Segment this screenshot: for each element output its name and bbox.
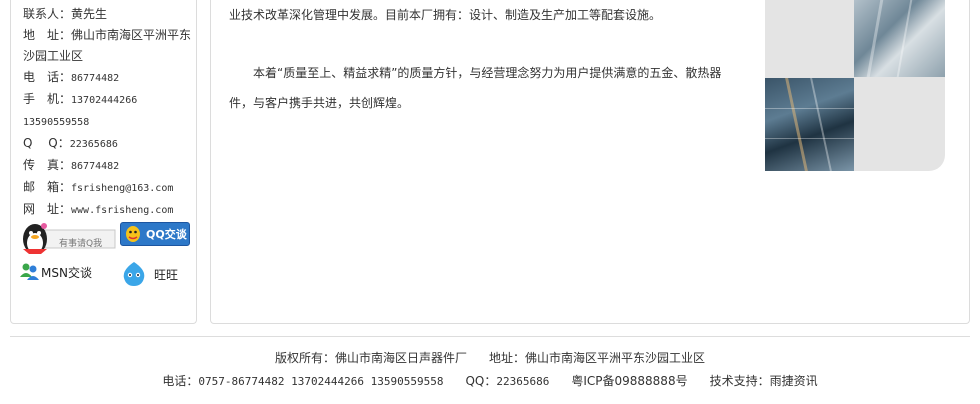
contact-fax: 传 真：86774482	[23, 158, 120, 172]
footer-qq: 22365686	[496, 375, 550, 388]
about-paragraph-1: 业技术改革深化管理中发展。目前本厂拥有：设计、制造及生产加工等配套设施。	[229, 8, 662, 22]
footer-support[interactable]: 技术支持：雨捷资讯	[710, 374, 818, 388]
footer-phone: 0757-86774482 13702444266 13590559558	[198, 375, 444, 388]
building-photo-bottom	[765, 78, 854, 171]
qq-chat-badge[interactable]: 有事请Q我	[19, 222, 117, 254]
wangwang-icon	[123, 262, 145, 286]
contact-person: 联系人：黄先生	[23, 7, 108, 21]
msn-label: MSN交谈	[41, 265, 92, 280]
contact-mobile: 手 机：13702444266	[23, 92, 138, 106]
msn-icon	[20, 263, 39, 280]
contact-website[interactable]: 网 址：www.fsrisheng.com	[23, 199, 193, 221]
contact-mobile-2: 13590559558	[23, 117, 90, 128]
contact-address: 地 址：佛山市南海区平洲平东沙园工业区	[23, 28, 192, 63]
wangwang-chat-link[interactable]: 旺旺	[120, 260, 178, 288]
footer-line-1: 版权所有：佛山市南海区日声器件厂 地址：佛山市南海区平洲平东沙园工业区	[0, 349, 980, 366]
footer-address: 地址：佛山市南海区平洲平东沙园工业区	[489, 351, 706, 365]
footer-line-2: 电话：0757-86774482 13702444266 13590559558…	[0, 372, 980, 389]
about-paragraph-2: 本着“质量至上、精益求精”的质量方针，与经营理念努力为用户提供满意的五金、散热器…	[229, 66, 722, 110]
contact-panel: 联系人：黄先生 地 址：佛山市南海区平洲平东沙园工业区 电 话：86774482…	[10, 0, 197, 324]
building-photo	[765, 0, 945, 171]
wangwang-label: 旺旺	[154, 267, 179, 282]
contact-email[interactable]: 邮 箱：fsrisheng@163.com	[23, 177, 193, 199]
footer-copyright: 版权所有：佛山市南海区日声器件厂	[274, 351, 467, 365]
about-content-panel: 业技术改革深化管理中发展。目前本厂拥有：设计、制造及生产加工等配套设施。 本着“…	[210, 0, 970, 324]
contact-phone: 电 话：86774482	[23, 70, 120, 84]
footer-divider	[10, 336, 970, 337]
footer-icp[interactable]: 粤ICP备09888888号	[571, 374, 687, 388]
msn-chat-link[interactable]: MSN交谈	[19, 260, 92, 284]
qq-chat-button[interactable]: QQ交谈	[120, 222, 190, 246]
qq-button-label: QQ交谈	[146, 228, 187, 241]
footer-phone-label: 电话：	[162, 374, 199, 388]
building-photo-top	[854, 0, 945, 77]
qq-icon	[126, 226, 140, 242]
contact-list: 联系人：黄先生 地 址：佛山市南海区平洲平东沙园工业区 电 话：86774482…	[23, 4, 193, 221]
qq-badge-text: 有事请Q我	[59, 239, 103, 249]
footer-qq-label: QQ：	[465, 374, 497, 388]
contact-qq: Q Q：22365686	[23, 136, 118, 150]
